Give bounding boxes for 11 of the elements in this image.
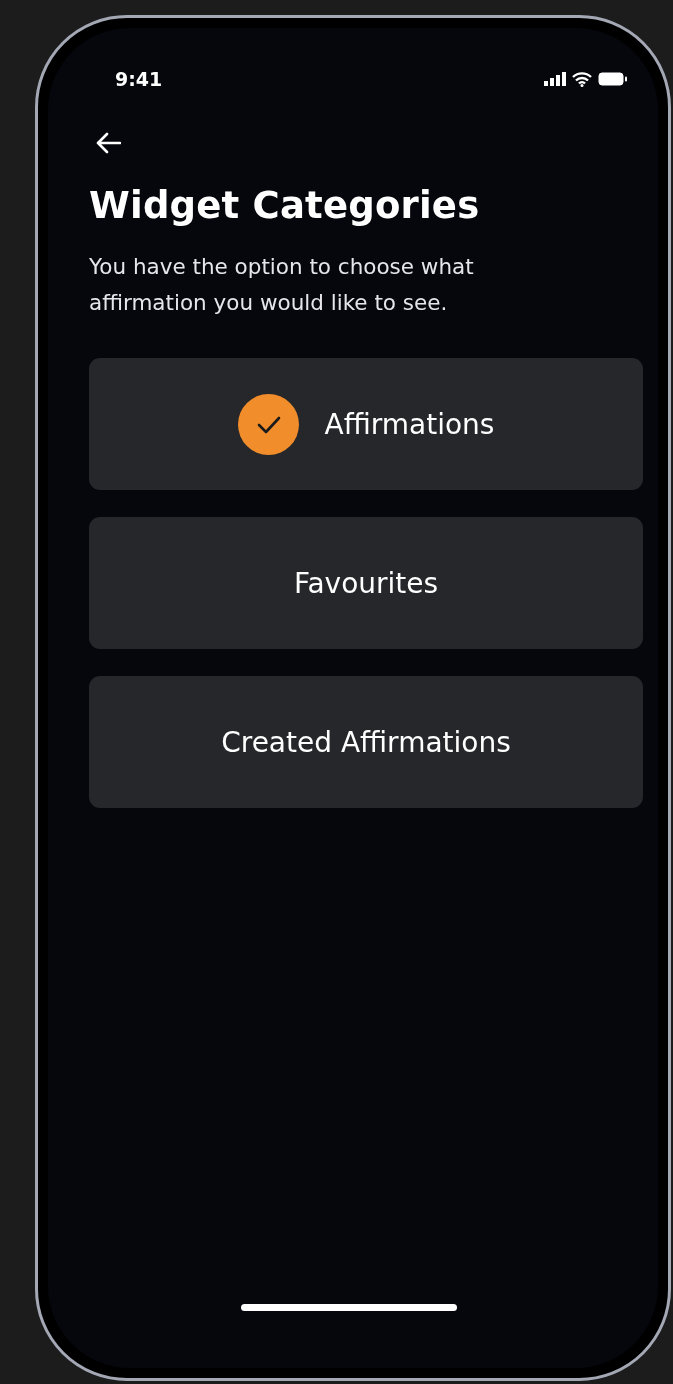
back-arrow-icon[interactable]	[95, 132, 121, 154]
category-option[interactable]: Created Affirmations	[89, 676, 643, 808]
page-subtitle: You have the option to choose what affirmation you would like to see.	[89, 253, 475, 317]
category-option[interactable]: Favourites	[89, 517, 643, 649]
status-time: 9:41	[115, 68, 163, 90]
page-title: Widget Categories	[89, 184, 481, 227]
category-option[interactable]: Affirmations	[89, 358, 643, 490]
battery-icon	[598, 72, 628, 86]
check-icon	[237, 393, 299, 455]
wifi-icon	[572, 71, 592, 87]
signal-icon	[544, 72, 566, 86]
